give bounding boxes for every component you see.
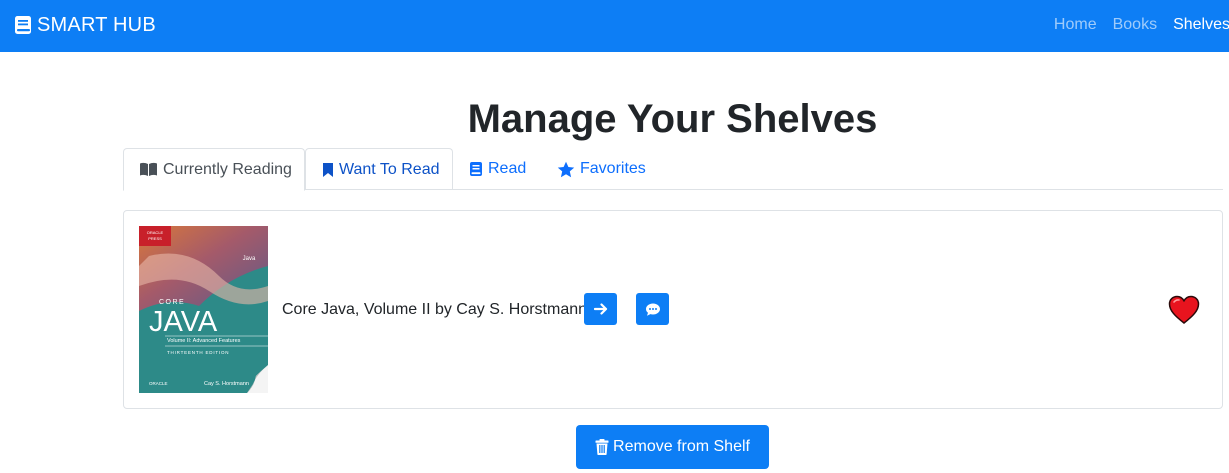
shelf-tabs: Currently Reading Want To Read Read Favo…: [123, 148, 1223, 191]
cover-title: JAVA: [149, 306, 218, 338]
book-cover[interactable]: ORACLE PRESS Java CORE JAVA Volume II: A…: [139, 226, 268, 393]
nav-link-home[interactable]: Home: [1054, 14, 1097, 36]
bookmark-icon: [323, 162, 333, 177]
comment-button[interactable]: [636, 293, 669, 325]
nav-link-books[interactable]: Books: [1113, 14, 1157, 36]
book-icon: [15, 16, 31, 34]
cover-badge-line2: PRESS: [148, 236, 162, 241]
tab-currently-reading[interactable]: Currently Reading: [123, 148, 305, 191]
trash-icon: [595, 439, 609, 455]
brand-title: SMART HUB: [37, 13, 156, 36]
cover-edition: THIRTEENTH EDITION: [167, 350, 229, 355]
brand-link[interactable]: SMART HUB: [14, 12, 156, 38]
tab-label: Currently Reading: [163, 160, 292, 178]
nav-links: Home Books Shelves: [1038, 14, 1229, 36]
cover-badge-line1: ORACLE: [147, 230, 164, 235]
navbar: SMART HUB Home Books Shelves: [0, 0, 1229, 52]
arrow-right-icon: [593, 303, 607, 315]
cover-java-logo: Java: [243, 256, 256, 262]
tab-read[interactable]: Read: [469, 148, 549, 190]
book-title-author: Core Java, Volume II by Cay S. Horstmann: [282, 301, 588, 318]
remove-button-label: Remove from Shelf: [613, 438, 750, 455]
tab-label: Favorites: [580, 160, 646, 177]
star-icon: [557, 161, 575, 177]
tab-label: Want To Read: [339, 160, 440, 178]
tab-label: Read: [488, 160, 527, 177]
page-title: Manage Your Shelves: [467, 97, 878, 141]
cover-subtitle: Volume II: Advanced Features: [167, 338, 241, 344]
comment-icon: [645, 303, 660, 316]
open-book-button[interactable]: [584, 293, 617, 325]
cover-series: CORE: [159, 299, 185, 306]
nav-link-shelves[interactable]: Shelves: [1173, 14, 1229, 36]
book-open-icon: [140, 162, 157, 176]
tab-favorites[interactable]: Favorites: [557, 148, 667, 190]
tab-want-to-read[interactable]: Want To Read: [305, 148, 453, 190]
cover-publisher: ORACLE: [149, 381, 168, 386]
book-icon: [470, 162, 482, 176]
remove-from-shelf-button[interactable]: Remove from Shelf: [576, 425, 769, 469]
book-card: ORACLE PRESS Java CORE JAVA Volume II: A…: [123, 210, 1223, 409]
cover-author: Cay S. Horstmann: [204, 381, 249, 387]
favorite-heart-icon[interactable]: [1168, 295, 1200, 325]
